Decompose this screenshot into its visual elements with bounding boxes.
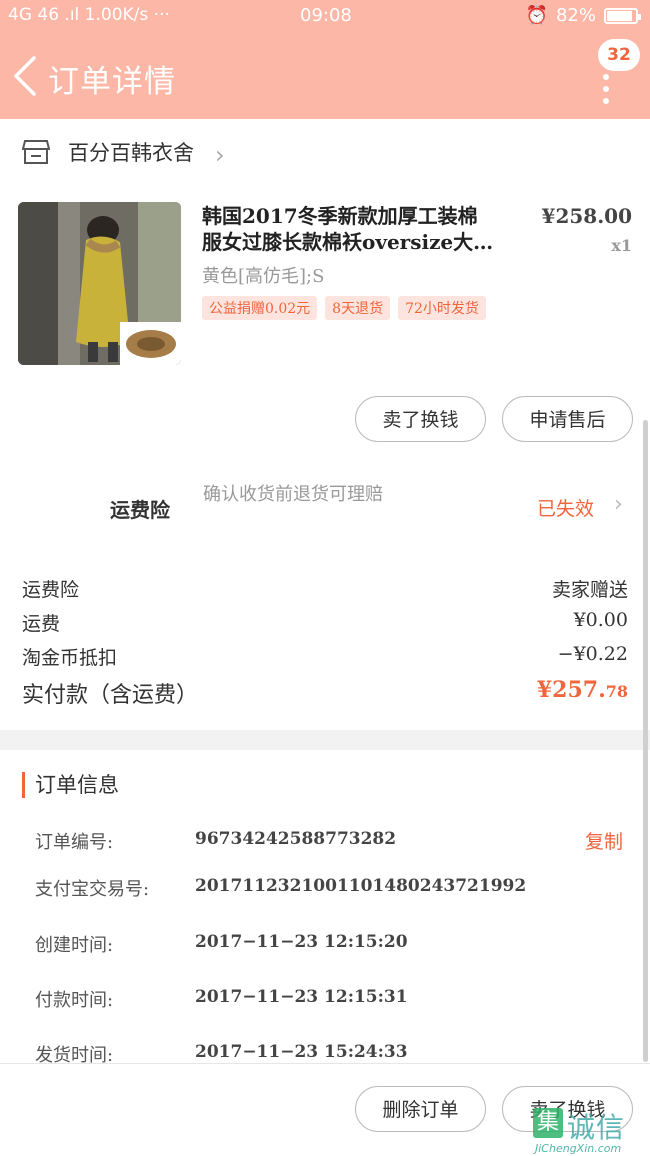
delete-order-button[interactable]: 删除订单	[355, 1086, 486, 1132]
status-right: ⏰ 82%	[525, 5, 641, 26]
tag-return: 8天退货	[325, 296, 391, 320]
shop-icon	[22, 140, 50, 164]
product-tags: 公益捐赠0.02元 8天退货 72小时发货	[202, 296, 486, 320]
product-title-line2: 服女过膝长款棉袄oversize大…	[202, 230, 494, 254]
info-label: 付款时间:	[35, 990, 114, 1011]
cost-label: 运费	[22, 613, 61, 635]
insurance-label: 运费险	[110, 498, 170, 522]
info-value: 2017−11−23 15:24:33	[195, 1042, 408, 1062]
paid-label: 实付款（含运费）	[22, 683, 199, 708]
chevron-right-icon: ›	[215, 141, 225, 169]
status-bar: 4G 46 .ıl 1.00K/s ··· 09:08 ⏰ 82%	[0, 0, 650, 34]
alarm-icon: ⏰	[525, 5, 548, 26]
copy-button[interactable]: 复制	[585, 827, 623, 854]
cost-value: −¥0.22	[557, 643, 628, 665]
product-quantity: x1	[611, 236, 632, 255]
shop-name: 百分百韩衣舍	[68, 141, 194, 165]
tag-shipping: 72小时发货	[398, 296, 486, 320]
sell-button[interactable]: 卖了换钱	[355, 396, 486, 442]
after-sale-button[interactable]: 申请售后	[502, 396, 633, 442]
product-title-line1: 韩国2017冬季新款加厚工装棉	[202, 204, 478, 228]
info-value: 2017−11−23 12:15:20	[195, 932, 408, 952]
product-spec: 黄色[高仿毛];S	[202, 266, 325, 287]
paid-amount-main: ¥257.	[536, 677, 606, 703]
info-label: 创建时间:	[35, 935, 114, 956]
more-icon[interactable]	[603, 74, 611, 104]
shop-row[interactable]: 百分百韩衣舍 ›	[0, 119, 650, 187]
info-label: 订单编号:	[35, 832, 114, 853]
watermark-brand: 诚信	[567, 1111, 626, 1144]
product-title[interactable]: 韩国2017冬季新款加厚工装棉 服女过膝长款棉袄oversize大…	[202, 203, 522, 255]
battery-icon	[604, 7, 641, 24]
product-image[interactable]	[18, 202, 181, 365]
order-info-title: 订单信息	[22, 772, 119, 798]
scrollbar[interactable]	[643, 420, 648, 1062]
info-value: 96734242588773282	[195, 829, 397, 849]
header: 订单详情 32	[0, 34, 650, 119]
cost-label: 淘金币抵扣	[22, 647, 118, 669]
product-photo	[18, 202, 181, 365]
watermark-logo: 集 诚信 JiChengXin.com	[533, 1108, 647, 1155]
back-arrow-icon[interactable]	[10, 54, 40, 98]
watermark-url: JiChengXin.com	[535, 1142, 622, 1155]
product-price: ¥258.00	[541, 204, 632, 228]
chevron-right-icon[interactable]: ›	[614, 492, 623, 517]
insurance-status[interactable]: 已失效	[537, 494, 594, 521]
cost-value: 卖家赠送	[551, 579, 628, 601]
network-status: 4G 46 .ıl 1.00K/s ···	[8, 5, 170, 25]
cost-value: ¥0.00	[573, 609, 628, 631]
info-value: 2017112321001101480243721992	[195, 876, 527, 896]
message-count-badge[interactable]: 32	[598, 39, 640, 71]
battery-percent: 82%	[555, 5, 596, 26]
tag-charity: 公益捐赠0.02元	[202, 296, 318, 320]
page-title: 订单详情	[48, 64, 176, 100]
paid-amount: ¥257.78	[537, 677, 628, 703]
clock: 09:08	[300, 5, 352, 26]
section-divider	[0, 730, 650, 750]
paid-amount-cents: 78	[605, 682, 628, 701]
cost-label: 运费险	[22, 579, 80, 601]
info-value: 2017−11−23 12:15:31	[195, 987, 408, 1007]
info-label: 支付宝交易号:	[35, 879, 150, 900]
insurance-description: 确认收货前退货可理赔	[203, 484, 383, 505]
watermark-mark: 集	[533, 1108, 563, 1138]
